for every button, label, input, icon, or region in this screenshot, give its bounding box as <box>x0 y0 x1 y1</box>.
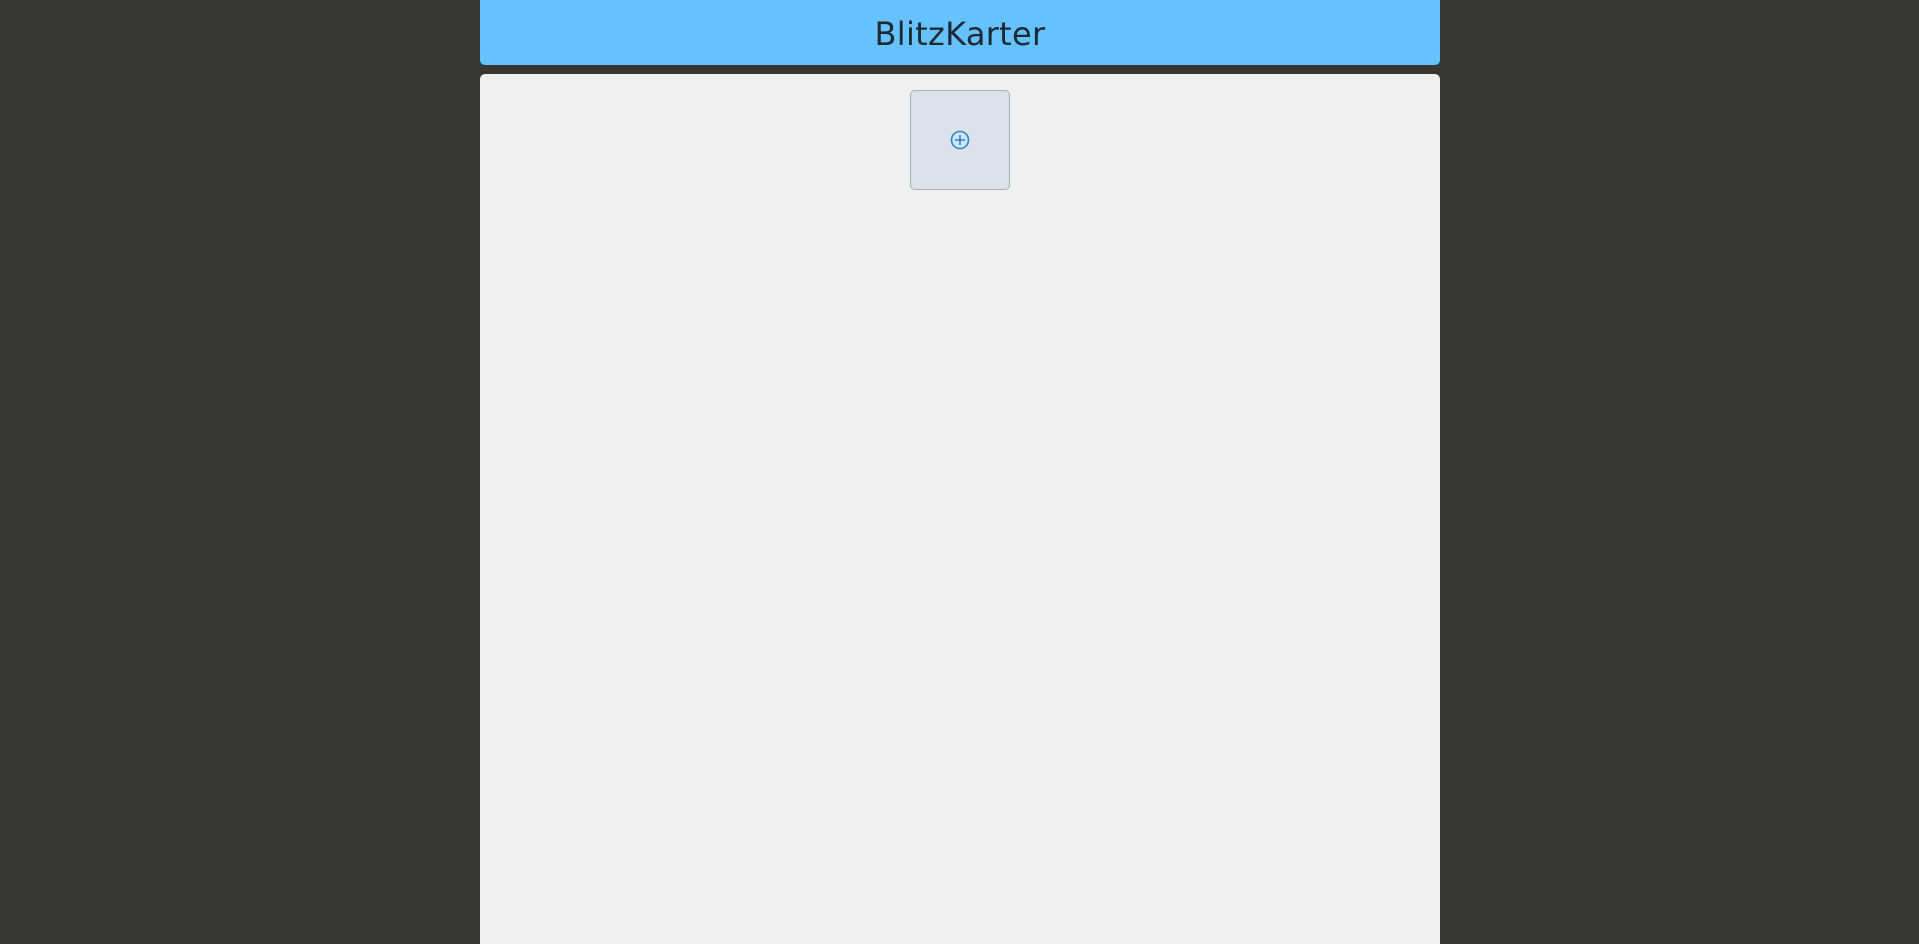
app-title: BlitzKarter <box>874 14 1046 53</box>
card-board <box>480 74 1440 944</box>
header-bar: BlitzKarter <box>480 0 1440 65</box>
add-card-button[interactable] <box>910 90 1010 190</box>
plus-circle-icon <box>950 130 970 150</box>
app-container: BlitzKarter <box>480 0 1440 944</box>
